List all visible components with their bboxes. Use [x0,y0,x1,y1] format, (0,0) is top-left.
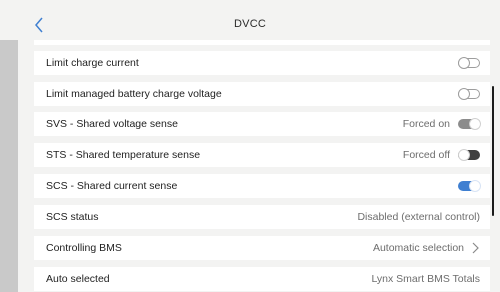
controlling-bms-row[interactable]: Controlling BMS Automatic selection [34,236,490,260]
left-edge-panel [0,40,18,292]
row-label: SCS - Shared current sense [46,180,178,192]
svs-row[interactable]: SVS - Shared voltage sense Forced on [34,112,490,136]
limit-charge-current-toggle[interactable] [458,57,480,69]
chevron-right-icon [472,242,480,254]
scs-row[interactable]: SCS - Shared current sense [34,174,490,198]
top-bar: DVCC [0,0,500,40]
scs-status-row: SCS status Disabled (external control) [34,205,490,229]
sts-value: Forced off [402,149,450,161]
limit-managed-battery-charge-voltage-row[interactable]: Limit managed battery charge voltage [34,82,490,106]
auto-selected-row: Auto selected Lynx Smart BMS Totals [34,267,490,291]
row-label: STS - Shared temperature sense [46,149,201,161]
row-label: Limit managed battery charge voltage [46,88,222,100]
scs-status-value: Disabled (external control) [357,211,480,223]
controlling-bms-value: Automatic selection [372,242,464,254]
scs-toggle[interactable] [458,180,481,192]
settings-list: Limit charge current Limit managed batte… [34,40,490,292]
page-title: DVCC [234,18,266,30]
sts-toggle[interactable] [458,149,480,161]
auto-selected-value: Lynx Smart BMS Totals [371,273,480,285]
scrollbar-thumb[interactable] [492,86,494,216]
row-label: Auto selected [46,273,110,285]
svs-value: Forced on [402,118,450,130]
sts-row[interactable]: STS - Shared temperature sense Forced of… [34,143,490,167]
row-label: SVS - Shared voltage sense [46,118,178,130]
limit-managed-battery-charge-voltage-toggle[interactable] [458,88,480,100]
row-label: Limit charge current [46,57,139,69]
row-label: SCS status [46,211,99,223]
list-top-strip [34,40,490,45]
limit-charge-current-row[interactable]: Limit charge current [34,51,490,75]
svs-toggle[interactable] [458,118,481,130]
row-label: Controlling BMS [46,242,122,254]
